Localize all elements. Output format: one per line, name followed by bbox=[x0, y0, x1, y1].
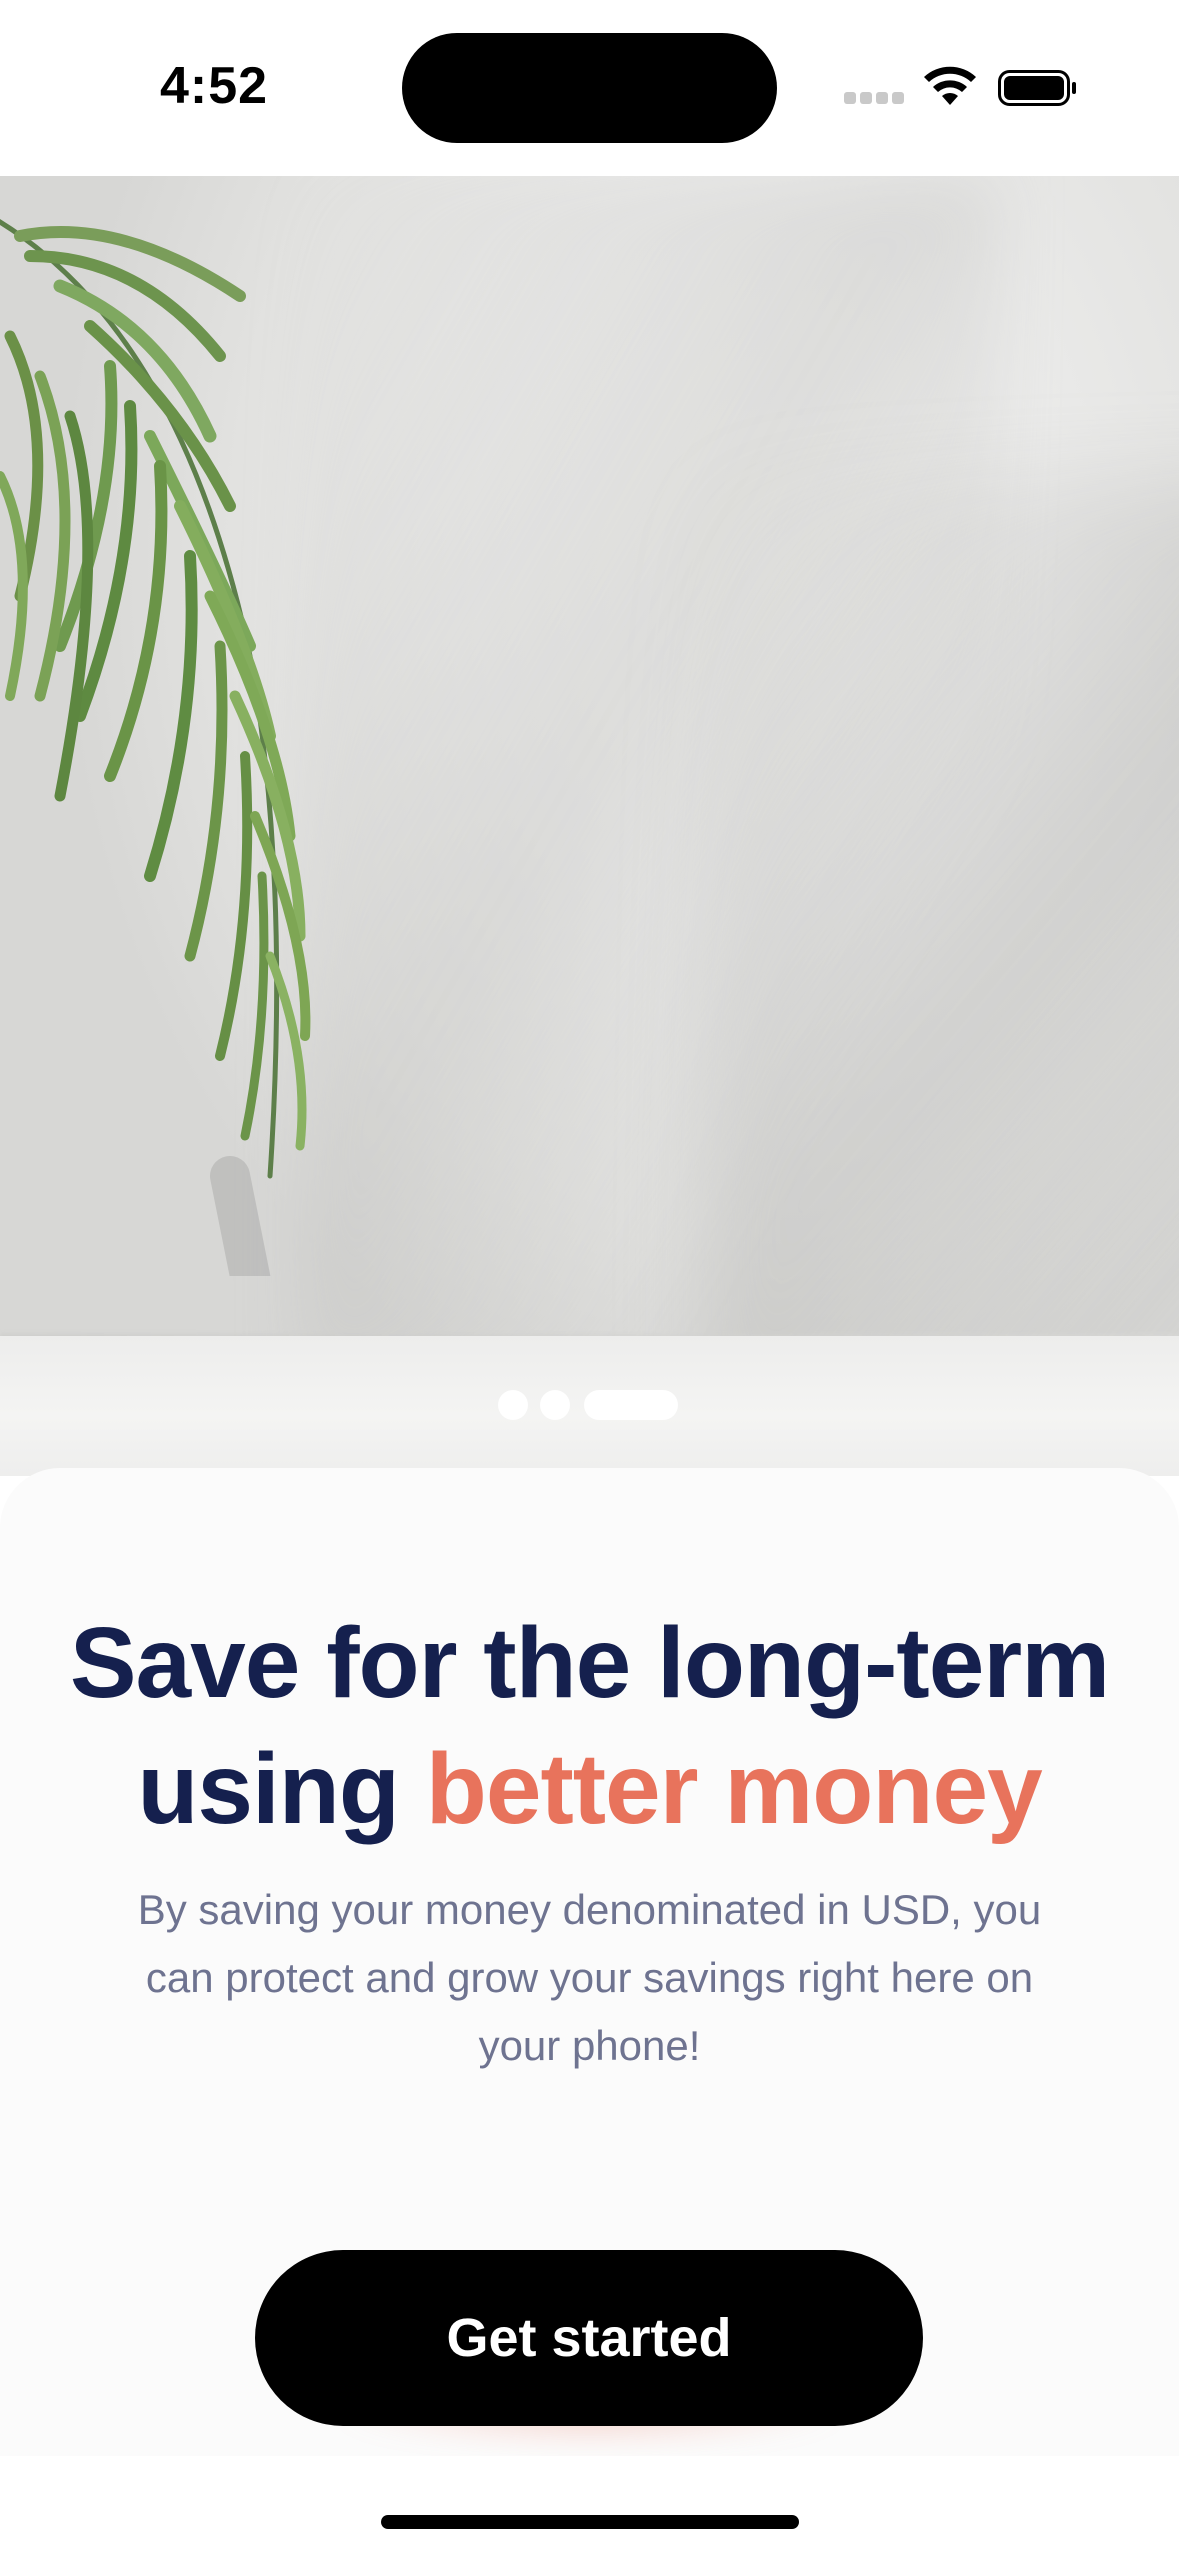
status-bar: 4:52 bbox=[0, 0, 1179, 176]
headline-line-2-start: using bbox=[137, 1733, 426, 1845]
battery-icon bbox=[998, 70, 1076, 106]
get-started-button[interactable]: Get started bbox=[255, 2250, 923, 2426]
headline-line-1: Save for the long-term bbox=[69, 1607, 1110, 1719]
onboarding-description: By saving your money denominated in USD,… bbox=[137, 1886, 1042, 2069]
cellular-signal-icon bbox=[844, 92, 904, 104]
wall-shadow bbox=[700, 476, 1179, 1476]
status-time: 4:52 bbox=[160, 57, 269, 115]
bottom-safe-area bbox=[0, 2456, 1179, 2556]
wifi-icon bbox=[924, 66, 976, 105]
palm-leaf-image bbox=[0, 219, 311, 1276]
carousel-indicator[interactable] bbox=[0, 1390, 1179, 1420]
carousel-dot[interactable] bbox=[498, 1390, 528, 1420]
headline-accent: better money bbox=[425, 1733, 1043, 1845]
hero-image bbox=[0, 176, 1179, 1476]
onboarding-headline: Save for the long-term using better mone… bbox=[0, 1600, 1179, 1852]
carousel-dot[interactable] bbox=[540, 1390, 570, 1420]
carousel-dot-active[interactable] bbox=[584, 1390, 678, 1420]
dynamic-island bbox=[402, 33, 777, 143]
home-indicator[interactable] bbox=[381, 2515, 799, 2529]
